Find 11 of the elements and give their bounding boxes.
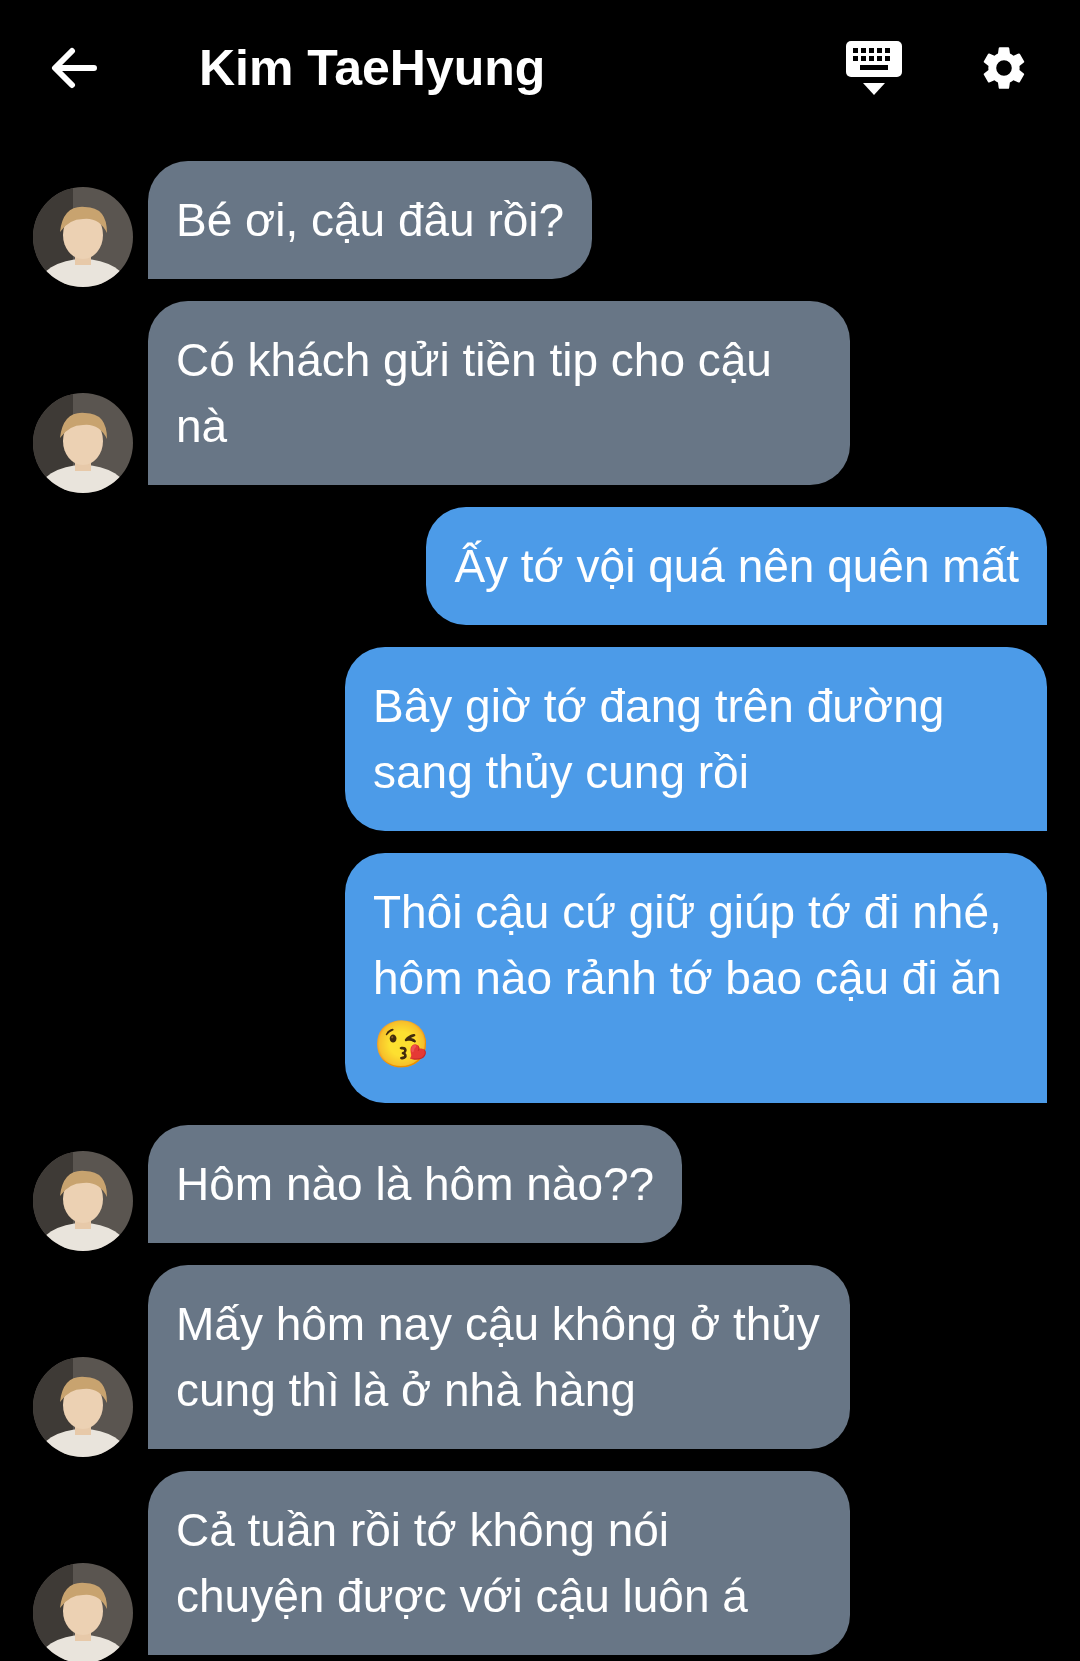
contact-name: Kim TaeHyung — [199, 38, 546, 98]
keyboard-icon[interactable] — [846, 41, 902, 95]
back-icon[interactable] — [50, 47, 98, 89]
received-message: Cả tuần rồi tớ không nói chuyện được với cậu luôn á — [148, 1471, 850, 1655]
received-message: Bé ơi, cậu đâu rồi? — [148, 161, 593, 279]
sent-message: Bây giờ tớ đang trên đường sang thủy cung rồi — [345, 647, 1047, 831]
sent-message: Ấy tớ vội quá nên quên mất — [426, 507, 1047, 625]
received-message: Mấy hôm nay cậu không ở thủy cung thì là ở nhà hàng — [148, 1265, 850, 1449]
received-message: Hôm nào là hôm nào?? — [148, 1125, 683, 1243]
sent-message: Thôi cậu cứ giữ giúp tớ đi nhé, hôm nào rảnh tớ bao cậu đi ăn 😘 — [345, 853, 1047, 1103]
received-message: Có khách gửi tiền tip cho cậu nà — [148, 301, 850, 485]
